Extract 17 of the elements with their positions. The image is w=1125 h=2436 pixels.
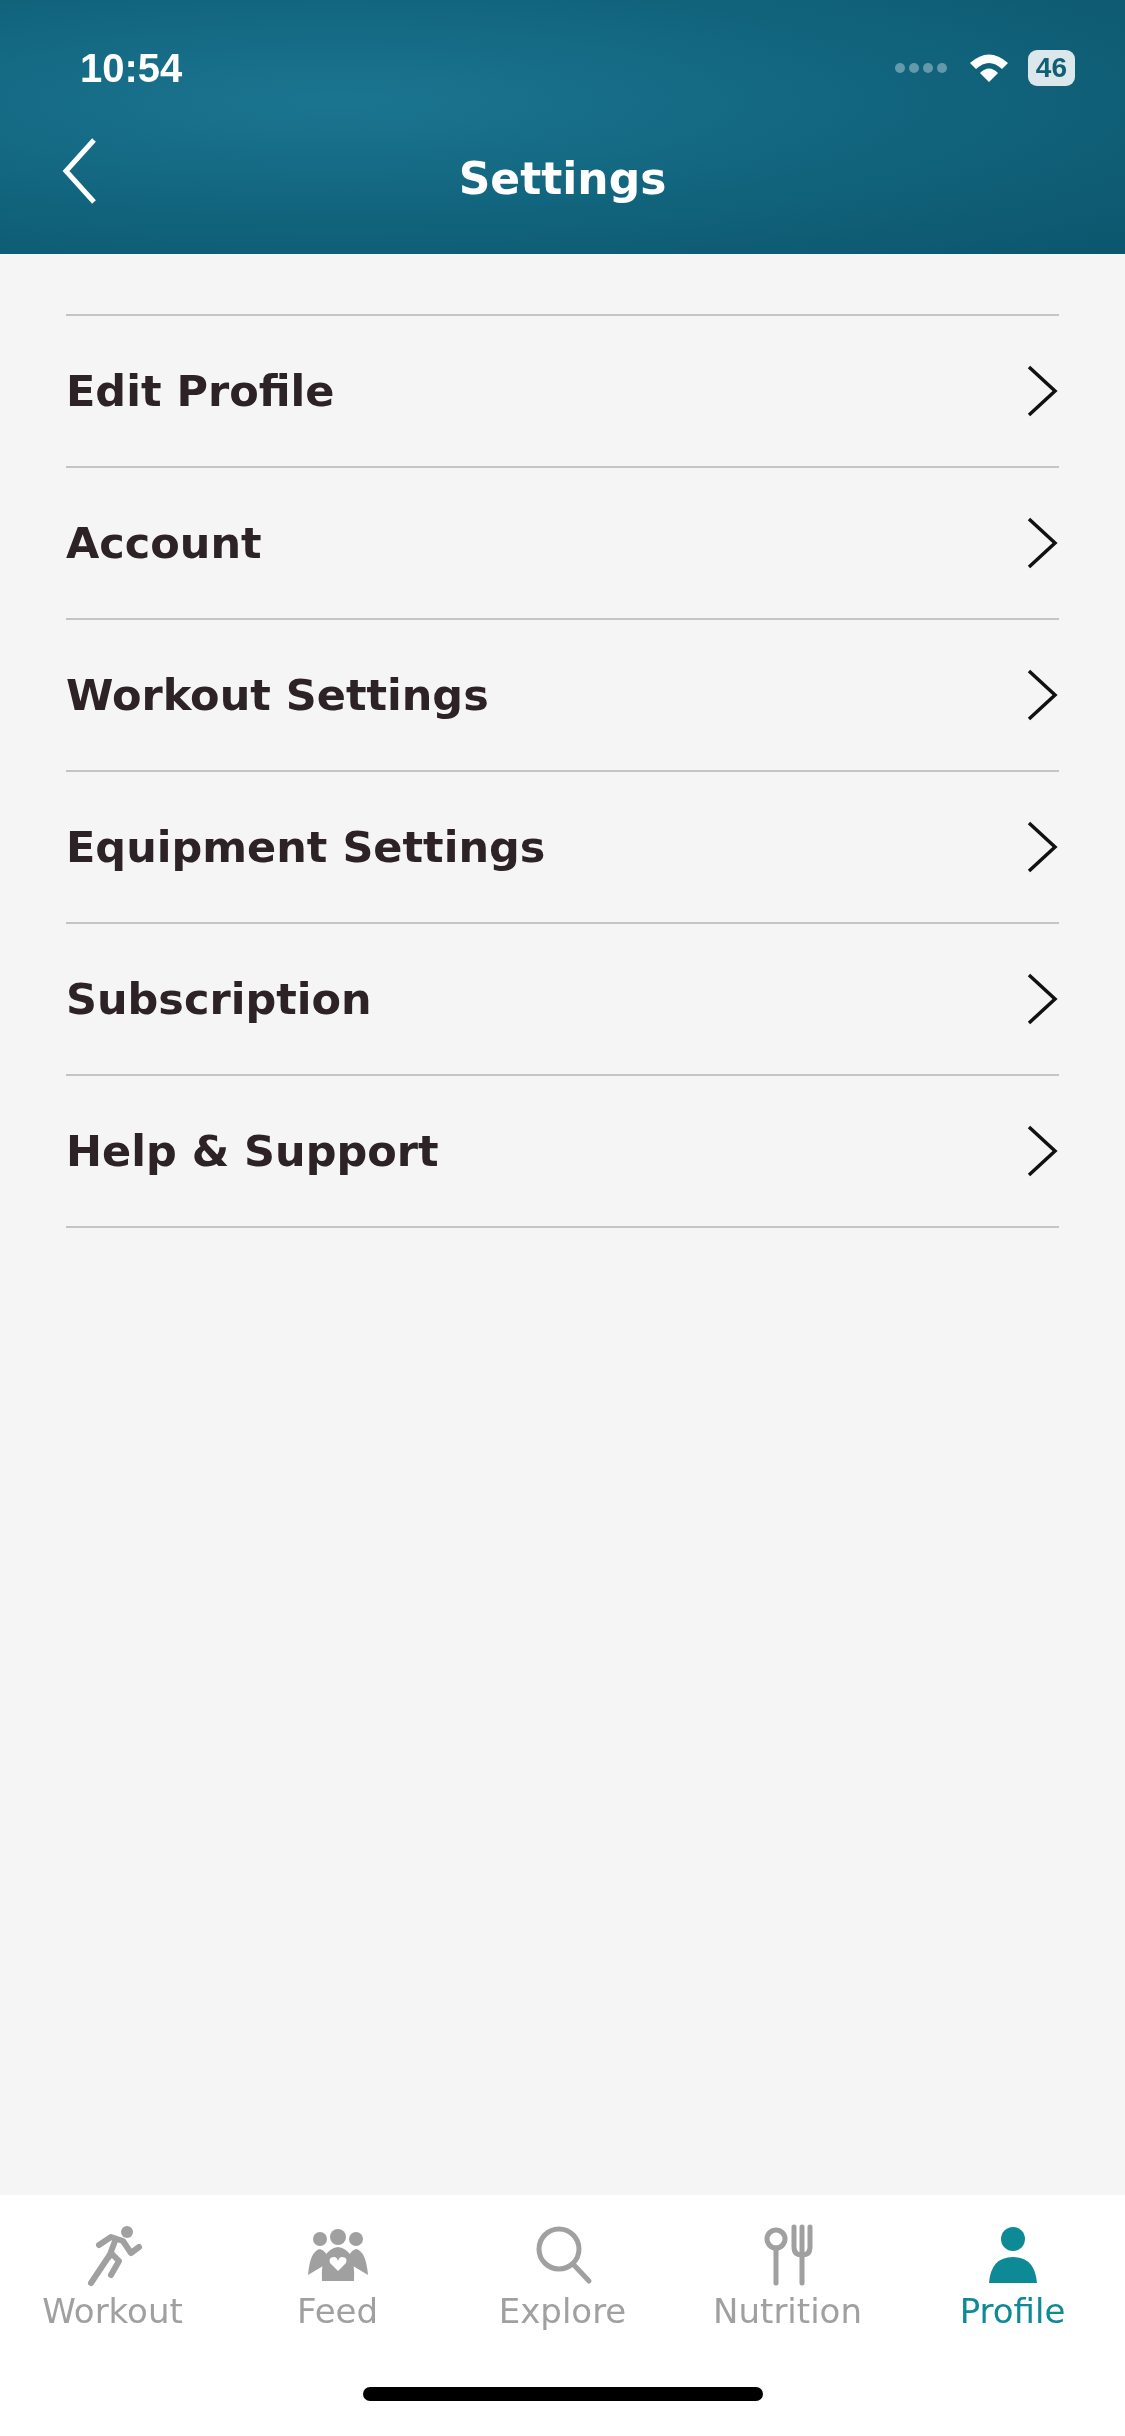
settings-row[interactable]: Account — [66, 466, 1059, 618]
settings-row[interactable]: Workout Settings — [66, 618, 1059, 770]
chevron-right-icon — [1025, 667, 1059, 723]
tab-item[interactable]: Profile — [900, 2223, 1125, 2331]
chevron-right-icon — [1025, 819, 1059, 875]
signal-icon — [893, 62, 950, 74]
chevron-right-icon — [1025, 971, 1059, 1027]
chevron-right-icon — [1025, 363, 1059, 419]
settings-row[interactable]: Subscription — [66, 922, 1059, 1074]
screen-title: Settings — [458, 152, 667, 204]
settings-row[interactable]: Equipment Settings — [66, 770, 1059, 922]
settings-row[interactable]: Help & Support — [66, 1074, 1059, 1228]
chevron-right-icon — [1025, 1123, 1059, 1179]
battery-level: 46 — [1027, 50, 1075, 86]
chevron-right-icon — [1025, 515, 1059, 571]
settings-row[interactable]: Edit Profile — [66, 314, 1059, 466]
status-time: 10:54 — [80, 45, 183, 91]
